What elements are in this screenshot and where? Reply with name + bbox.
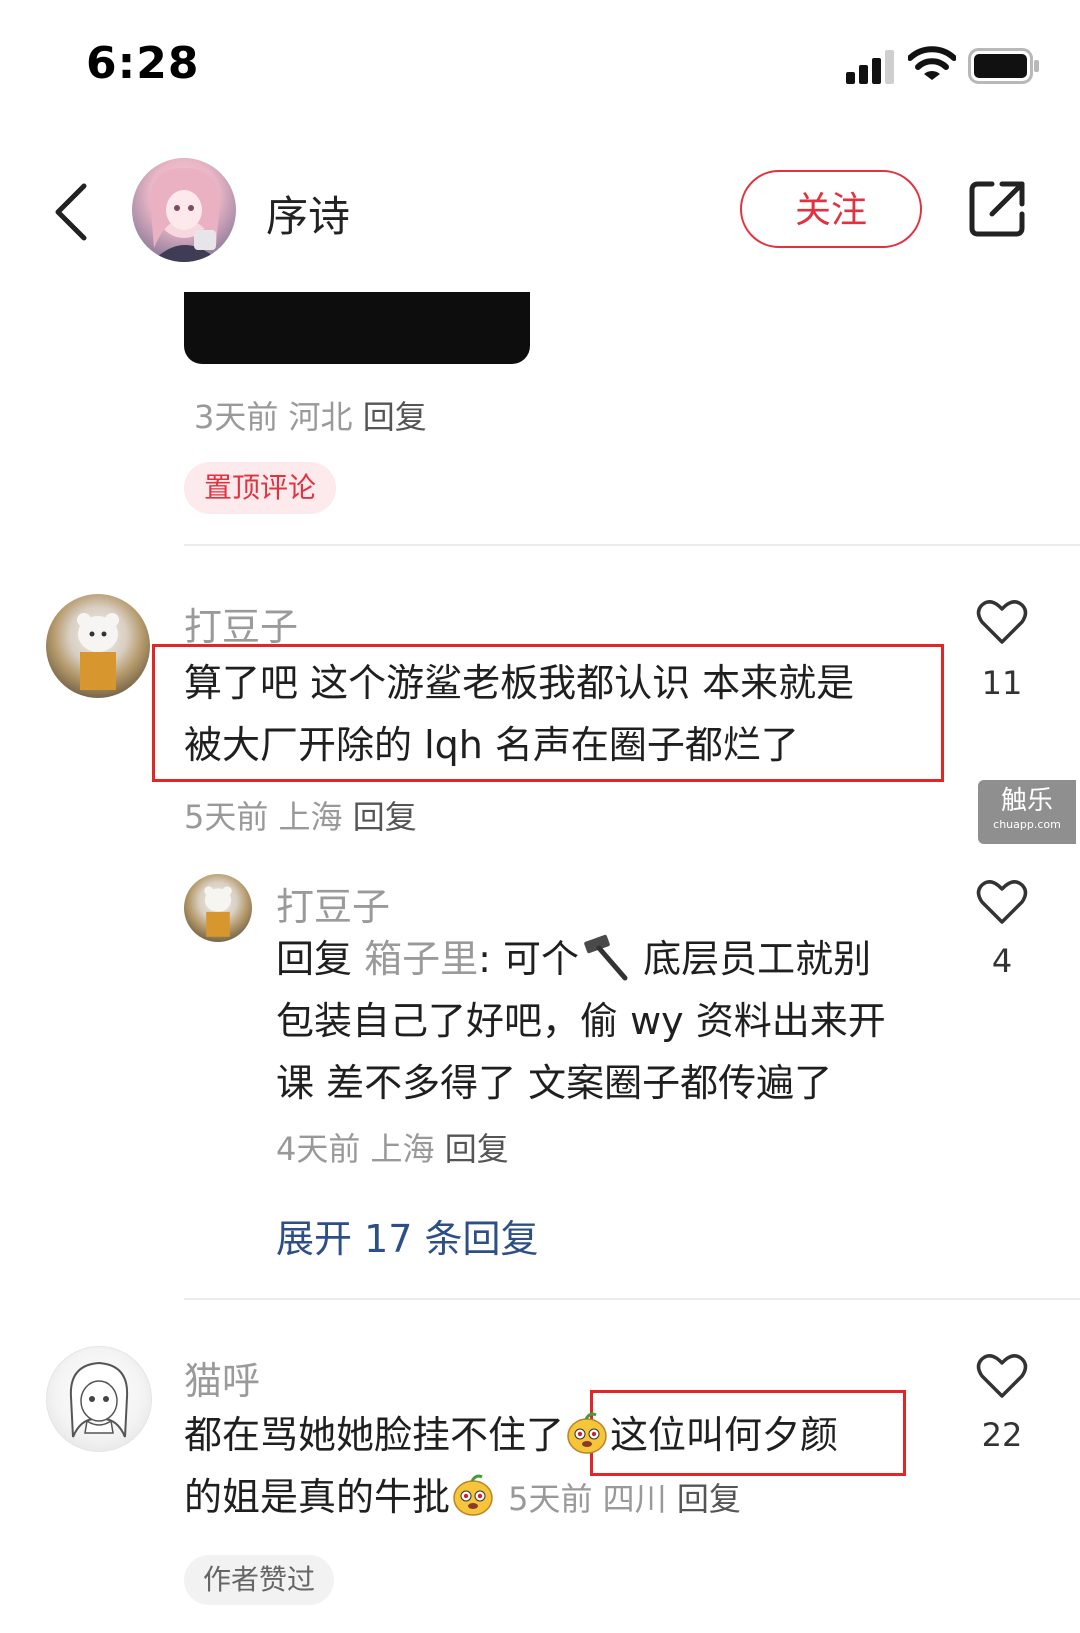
sketch-girl-avatar — [69, 1361, 129, 1438]
heart-icon[interactable] — [976, 598, 1028, 646]
reply-link[interactable]: 回复 — [445, 1130, 509, 1168]
pinned-comment-badge: 置顶评论 — [184, 462, 336, 514]
comment-username[interactable]: 打豆子 — [184, 596, 298, 651]
redacted-image — [184, 292, 530, 364]
comment-text: 都在骂她她脸挂不住了 这位叫何夕颜 的姐是真的牛批 5天前 四川 回复 — [184, 1404, 944, 1530]
comment-username[interactable]: 猫呼 — [184, 1350, 260, 1405]
author-liked-badge: 作者赞过 — [184, 1555, 334, 1605]
hammer-emoji-icon — [584, 934, 628, 981]
reply-text-part: : 可个 — [478, 937, 580, 981]
comment-text-part: 都在骂她她脸挂不住了 — [184, 1413, 565, 1457]
commenter-avatar[interactable] — [46, 1346, 152, 1452]
comment-line: 都在骂她她脸挂不住了 这位叫何夕颜 — [184, 1404, 944, 1466]
back-chevron-icon[interactable] — [52, 182, 92, 242]
anime-avatar-illustration — [150, 168, 220, 262]
reply-avatar[interactable] — [184, 874, 252, 942]
comment-line: 被大厂开除的 lqh 名声在圈子都烂了 — [184, 723, 799, 767]
meta-time: 5天前 — [184, 798, 269, 836]
reply-username[interactable]: 打豆子 — [276, 876, 390, 931]
meta-time: 3天前 — [194, 398, 279, 436]
reply-text: 回复 箱子里: 可个 底层员工就别 包装自己了好吧，偷 wy 资料出来开 课 差… — [276, 928, 936, 1114]
pinned-comment-meta: 3天前 河北 回复 — [194, 392, 427, 438]
comment-text: 算了吧 这个游鲨老板我都认识 本来就是 被大厂开除的 lqh 名声在圈子都烂了 — [184, 652, 924, 776]
mango-emoji-icon — [567, 1412, 607, 1454]
meta-location: 上海 — [278, 798, 343, 836]
expand-replies-link[interactable]: 展开 17 条回复 — [276, 1208, 539, 1263]
comment-meta: 5天前 上海 回复 — [184, 792, 417, 838]
reply-meta: 4天前 上海 回复 — [276, 1124, 509, 1170]
like-count: 22 — [981, 1416, 1023, 1454]
reply-link[interactable]: 回复 — [677, 1480, 741, 1518]
like-count: 11 — [981, 664, 1023, 702]
bear-mascot-avatar — [204, 886, 232, 937]
meta-location: 四川 — [602, 1480, 667, 1518]
reply-text-part: 底层员工就别 — [631, 937, 872, 981]
meta-time: 5天前 — [508, 1480, 593, 1518]
battery-icon — [968, 48, 1039, 84]
bear-mascot-avatar — [77, 613, 119, 690]
watermark-site: chuapp.com — [993, 818, 1061, 831]
wifi-icon — [908, 46, 956, 80]
reply-line: 课 差不多得了 文案圈子都传遍了 — [276, 1061, 833, 1105]
like-count: 4 — [991, 942, 1013, 980]
meta-location: 河北 — [288, 398, 353, 436]
reply-line: 回复 箱子里: 可个 底层员工就别 — [276, 928, 936, 990]
commenter-avatar[interactable] — [46, 594, 150, 698]
reply-link[interactable]: 回复 — [363, 398, 427, 436]
heart-icon[interactable] — [976, 878, 1028, 926]
reply-line: 包装自己了好吧，偷 wy 资料出来开 — [276, 999, 886, 1043]
divider — [184, 544, 1080, 546]
comment-line: 算了吧 这个游鲨老板我都认识 本来就是 — [184, 661, 855, 705]
follow-button[interactable]: 关注 — [740, 170, 922, 248]
profile-name[interactable]: 序诗 — [266, 183, 350, 244]
comment-line: 的姐是真的牛批 5天前 四川 回复 — [184, 1466, 944, 1530]
comment-text-part: 这位叫何夕颜 — [610, 1413, 839, 1457]
comment-text-part: 的姐是真的牛批 — [184, 1475, 451, 1519]
comment-meta: 5天前 四川 回复 — [508, 1480, 741, 1518]
signal-icon — [846, 50, 894, 84]
heart-icon[interactable] — [976, 1352, 1028, 1400]
divider — [184, 1298, 1080, 1300]
watermark-logo: 触乐 chuapp.com — [978, 780, 1076, 844]
meta-time: 4天前 — [276, 1130, 361, 1168]
meta-location: 上海 — [370, 1130, 435, 1168]
reply-to-user[interactable]: 箱子里 — [364, 937, 478, 981]
profile-avatar[interactable] — [132, 158, 236, 262]
share-icon[interactable] — [966, 178, 1028, 240]
reply-link[interactable]: 回复 — [353, 798, 417, 836]
watermark-brand: 触乐 — [1000, 786, 1053, 816]
reply-prefix: 回复 — [276, 937, 353, 981]
mango-emoji-icon — [453, 1474, 493, 1516]
status-time: 6:28 — [86, 38, 200, 89]
